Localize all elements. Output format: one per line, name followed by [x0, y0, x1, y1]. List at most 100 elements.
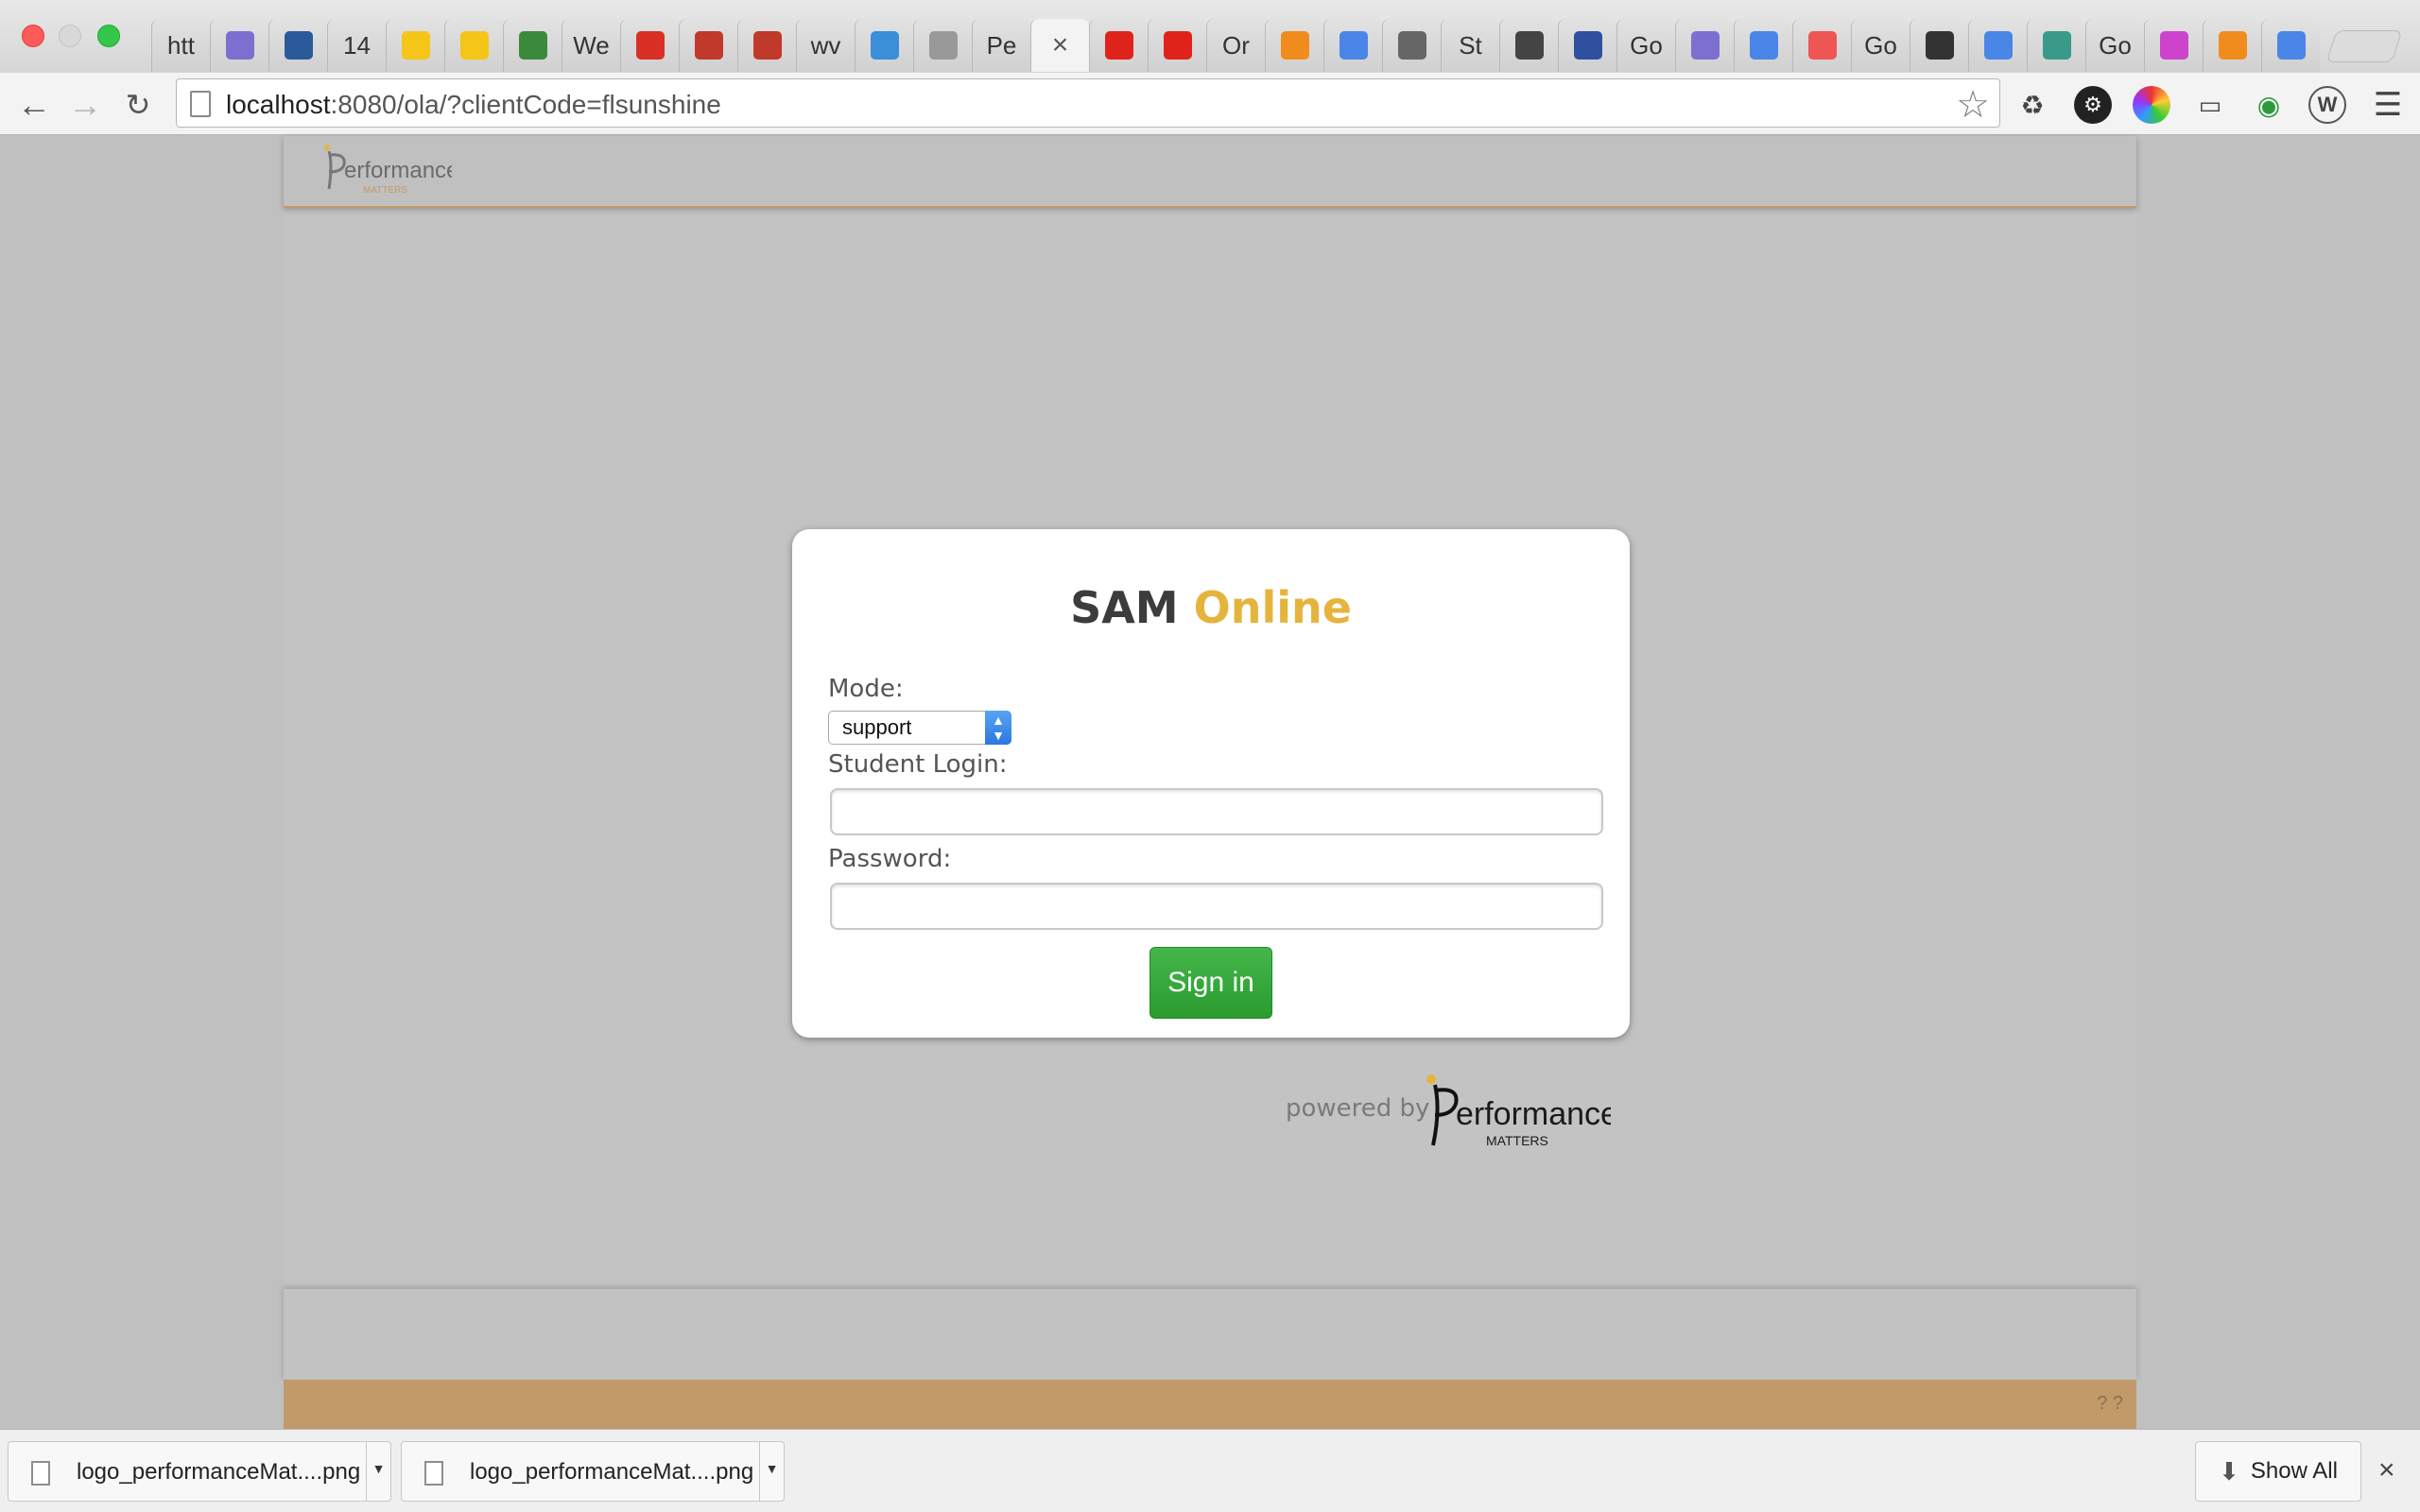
page-viewport: erformance MATTERS SAM Online Mode: supp… — [0, 136, 2420, 1429]
browser-tab[interactable]: Pe — [972, 19, 1030, 72]
browser-tab[interactable] — [1382, 19, 1441, 72]
page-header: erformance MATTERS — [284, 136, 2136, 208]
g-icon — [1749, 31, 1778, 60]
tab-title: Go — [1630, 30, 1663, 60]
browser-toolbar: ← → ↻ localhost:8080/ola/?clientCode=fls… — [0, 73, 2420, 135]
person-icon — [284, 31, 313, 60]
password-input[interactable] — [830, 883, 1603, 930]
browser-tab[interactable]: Go — [1851, 19, 1910, 72]
download-item[interactable]: logo_performanceMat....png ▼ — [401, 1441, 785, 1502]
color-wheel-extension-icon[interactable] — [2133, 86, 2170, 124]
browser-tab[interactable] — [210, 19, 268, 72]
browser-tab[interactable] — [1499, 19, 1558, 72]
url-text[interactable]: localhost:8080/ola/?clientCode=flsunshin… — [226, 90, 721, 120]
browser-tab[interactable]: Go — [1616, 19, 1675, 72]
youtube-icon — [1163, 31, 1192, 60]
mode-label: Mode: — [828, 675, 904, 703]
student-login-input[interactable] — [830, 788, 1603, 835]
window-close-button[interactable] — [22, 25, 44, 47]
login-card: SAM Online Mode: support ▲ ▼ Student Logi… — [792, 529, 1630, 1038]
browser-tab[interactable] — [2144, 19, 2203, 72]
portrait-icon — [1397, 31, 1426, 60]
asterisk-icon — [1280, 31, 1309, 60]
g-icon — [1983, 31, 2013, 60]
gear-extension-icon[interactable]: ⚙ — [2074, 86, 2112, 124]
adobe-icon — [1104, 31, 1133, 60]
browser-tab[interactable] — [1089, 19, 1148, 72]
g-icon — [2276, 31, 2306, 60]
browser-tab[interactable] — [503, 19, 562, 72]
powered-by: powered by erformance MATTERS — [1286, 1072, 1626, 1157]
app-title-sam: SAM — [1070, 582, 1179, 633]
browser-tab[interactable] — [1265, 19, 1323, 72]
url-path: :8080/ola/?clientCode=flsunshine — [330, 90, 721, 119]
browser-tab[interactable] — [855, 19, 913, 72]
speed-extension-icon[interactable]: ◉ — [2250, 86, 2288, 124]
close-tab-icon[interactable]: × — [1052, 29, 1069, 61]
file-icon — [424, 1461, 443, 1486]
book-icon — [1807, 31, 1837, 60]
browser-tab[interactable] — [1675, 19, 1734, 72]
browser-tabstrip: htt 14 We wv Pe × Or St Go Go Go — [0, 0, 2420, 73]
tab-title: htt — [167, 30, 195, 60]
mode-select[interactable]: support ▲ ▼ — [828, 711, 1011, 745]
page-container: erformance MATTERS SAM Online Mode: supp… — [284, 136, 2136, 1429]
download-menu-caret-icon[interactable]: ▼ — [759, 1442, 784, 1501]
browser-tab[interactable]: Go — [2085, 19, 2144, 72]
browser-tab[interactable]: × — [1030, 19, 1089, 72]
recycle-extension-icon[interactable]: ♻ — [2014, 86, 2051, 124]
browser-tab[interactable] — [444, 19, 503, 72]
browser-tab[interactable]: wv — [796, 19, 855, 72]
browser-tab[interactable] — [268, 19, 327, 72]
app-title-online: Online — [1193, 582, 1352, 633]
new-tab-button[interactable] — [2325, 30, 2403, 62]
download-filename: logo_performanceMat....png — [77, 1459, 361, 1485]
url-host: localhost — [226, 90, 331, 119]
cast-icon[interactable]: ▭ — [2191, 86, 2229, 124]
browser-tab[interactable] — [1148, 19, 1206, 72]
password-label: Password: — [828, 845, 952, 873]
reload-icon[interactable]: ↻ — [119, 86, 157, 124]
browser-tab[interactable] — [1792, 19, 1851, 72]
browser-tab[interactable] — [2203, 19, 2261, 72]
browser-tab[interactable] — [1558, 19, 1616, 72]
edx-icon — [694, 31, 723, 60]
browser-tab[interactable] — [2261, 19, 2320, 72]
close-shelf-icon[interactable]: × — [2378, 1454, 2395, 1486]
browser-tab[interactable] — [913, 19, 972, 72]
star-icon — [401, 31, 430, 60]
download-menu-caret-icon[interactable]: ▼ — [366, 1442, 390, 1501]
browser-tab[interactable]: Or — [1206, 19, 1265, 72]
wordpress-extension-icon[interactable]: W — [2308, 86, 2346, 124]
menu-icon[interactable]: ☰ — [2369, 86, 2407, 124]
browser-tab[interactable] — [1734, 19, 1792, 72]
window-minimize-button[interactable] — [59, 25, 81, 47]
powered-logo-subtext: MATTERS — [1486, 1133, 1548, 1148]
window-zoom-button[interactable] — [97, 25, 120, 47]
address-bar[interactable]: localhost:8080/ola/?clientCode=flsunshin… — [176, 78, 2000, 128]
browser-tab[interactable] — [1968, 19, 2027, 72]
forward-icon[interactable]: → — [66, 85, 104, 124]
back-icon[interactable]: ← — [15, 85, 53, 124]
select-arrows-icon: ▲ ▼ — [985, 711, 1011, 745]
browser-tab[interactable] — [737, 19, 796, 72]
browser-tab[interactable] — [620, 19, 679, 72]
page-icon — [190, 91, 211, 117]
browser-tab[interactable]: htt — [151, 19, 210, 72]
browser-tab[interactable] — [2027, 19, 2085, 72]
download-arrow-icon: ⬇ — [2219, 1456, 2239, 1486]
show-all-downloads-button[interactable]: ⬇ Show All — [2195, 1441, 2361, 1502]
browser-tab[interactable] — [386, 19, 444, 72]
browser-tab[interactable] — [1323, 19, 1382, 72]
sign-in-button[interactable]: Sign in — [1150, 947, 1272, 1019]
performance-matters-logo: erformance MATTERS — [324, 145, 452, 196]
performance-matters-footer-logo: erformance MATTERS — [1426, 1074, 1611, 1148]
download-item[interactable]: logo_performanceMat....png ▼ — [8, 1441, 391, 1502]
browser-tab[interactable]: St — [1441, 19, 1499, 72]
browser-tab[interactable] — [679, 19, 737, 72]
bookmark-star-icon[interactable]: ☆ — [1956, 83, 1990, 127]
grid-icon — [1573, 31, 1602, 60]
browser-tab[interactable]: 14 — [327, 19, 386, 72]
browser-tab[interactable]: We — [562, 19, 620, 72]
browser-tab[interactable] — [1910, 19, 1968, 72]
